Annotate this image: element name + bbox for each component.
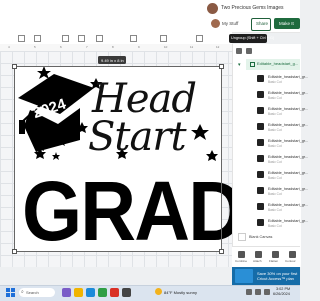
arrange-icon[interactable] xyxy=(78,35,85,42)
my-stuff-link[interactable]: My Stuff xyxy=(222,21,238,26)
battery-icon[interactable] xyxy=(264,289,270,295)
layer-name[interactable]: Editable_headstart_gr... xyxy=(268,203,308,207)
combine-label[interactable]: Combine xyxy=(235,259,247,263)
ruler-tick: 11 xyxy=(190,45,194,49)
layer-operation: Basic Cut xyxy=(268,208,282,212)
make-it-button-label: Make It xyxy=(279,21,294,26)
ruler-tick: 6 xyxy=(60,45,62,49)
operation-swatch-icon[interactable] xyxy=(18,35,25,42)
promo-line-2: Cricut Access™ plan xyxy=(257,276,294,281)
resize-handle-bottom-right[interactable] xyxy=(219,249,224,254)
layer-thumbnail-icon[interactable] xyxy=(257,139,264,146)
position-icon[interactable] xyxy=(196,35,203,42)
cricut-app-icon[interactable] xyxy=(98,288,107,297)
volume-icon[interactable] xyxy=(255,289,261,295)
ruler-tick: 9 xyxy=(138,45,140,49)
ruler-tick: 12 xyxy=(216,45,220,49)
layer-name[interactable]: Editable_headstart_gr... xyxy=(268,187,308,191)
ruler-tick: 4 xyxy=(8,45,10,49)
size-icon[interactable] xyxy=(130,35,137,42)
layer-name[interactable]: Editable_headstart_gr... xyxy=(268,171,308,175)
layer-name[interactable]: Editable_headstart_gr... xyxy=(268,155,308,159)
ruler-tick: 5 xyxy=(34,45,36,49)
flatten-label[interactable]: Flatten xyxy=(269,259,278,263)
layer-name[interactable]: Editable_headstart_gr... xyxy=(268,139,308,143)
weather-text[interactable]: 84°F Mostly sunny xyxy=(164,290,197,295)
ruler-tick: 10 xyxy=(164,45,168,49)
taskbar-app-icon[interactable] xyxy=(122,288,131,297)
clock-date[interactable]: 6/26/2024 xyxy=(273,292,290,296)
layer-thumbnail-icon[interactable] xyxy=(257,171,264,178)
document-title[interactable]: Two Precious Gems Images xyxy=(221,5,284,11)
edge-browser-icon[interactable] xyxy=(86,288,95,297)
ruler-tick: 8 xyxy=(112,45,114,49)
rotate-icon[interactable] xyxy=(160,35,167,42)
layer-name[interactable]: Editable_headstart_gr... xyxy=(268,91,308,95)
flatten-icon[interactable] xyxy=(272,251,279,258)
canvas-footer xyxy=(0,267,232,285)
layer-operation: Basic Cut xyxy=(268,192,282,196)
attach-icon[interactable] xyxy=(255,251,262,258)
layer-thumbnail-icon[interactable] xyxy=(257,203,264,210)
color-swatch-icon[interactable] xyxy=(34,35,41,42)
layer-group-label: Editable_headstart_g... xyxy=(257,61,299,66)
layer-name[interactable]: Editable_headstart_gr... xyxy=(268,219,308,223)
layer-operation: Basic Cut xyxy=(268,160,282,164)
layer-operation: Basic Cut xyxy=(268,176,282,180)
combine-icon[interactable] xyxy=(238,251,245,258)
resize-handle-top-left[interactable] xyxy=(12,64,17,69)
layer-operation: Basic Cut xyxy=(268,80,282,84)
ungroup-tooltip-text: Ungroup (Shift + Ctrl + G) xyxy=(231,36,275,40)
attach-label[interactable]: Attach xyxy=(253,259,262,263)
layer-thumbnail-icon[interactable] xyxy=(257,75,264,82)
align-icon[interactable] xyxy=(62,35,69,42)
layer-thumbnail-icon[interactable] xyxy=(257,107,264,114)
layer-thumbnail-icon[interactable] xyxy=(257,123,264,130)
search-icon: ⌕ xyxy=(21,289,24,295)
sun-icon[interactable] xyxy=(155,288,162,295)
promo-text: Save 30% on your first Cricut Access™ pl… xyxy=(257,271,297,281)
layer-operation: Basic Cut xyxy=(268,128,282,132)
layer-operation: Basic Cut xyxy=(268,112,282,116)
panel-tool-icon[interactable] xyxy=(236,48,242,54)
contour-label[interactable]: Contour xyxy=(285,259,296,263)
expand-chevron-icon[interactable]: ▾ xyxy=(238,62,241,68)
size-tag-text: 9.49 in x 8 in xyxy=(101,57,124,63)
wifi-icon[interactable] xyxy=(246,289,252,295)
clock-time[interactable]: 3:02 PM xyxy=(276,287,290,291)
resize-handle-bottom-left[interactable] xyxy=(12,249,17,254)
blank-canvas-label: Blank Canvas xyxy=(249,235,273,239)
layer-thumbnail-icon[interactable] xyxy=(257,219,264,226)
layer-name[interactable]: Editable_headstart_gr... xyxy=(268,123,308,127)
contour-icon[interactable] xyxy=(289,251,296,258)
taskbar-search-placeholder: Search xyxy=(26,290,39,295)
blank-canvas-swatch[interactable] xyxy=(238,233,246,241)
taskbar-app-icon[interactable] xyxy=(62,288,71,297)
windows-start-icon[interactable] xyxy=(6,288,15,297)
layer-name[interactable]: Editable_headstart_gr... xyxy=(268,107,308,111)
layer-operation: Basic Cut xyxy=(268,96,282,100)
chrome-browser-icon[interactable] xyxy=(110,288,119,297)
group-icon xyxy=(250,62,255,67)
layer-operation: Basic Cut xyxy=(268,224,282,228)
profile-avatar-icon[interactable] xyxy=(211,19,220,28)
promo-image xyxy=(235,269,253,283)
file-explorer-icon[interactable] xyxy=(74,288,83,297)
ruler-tick: 7 xyxy=(86,45,88,49)
layer-thumbnail-icon[interactable] xyxy=(257,155,264,162)
selection-box[interactable] xyxy=(14,66,222,252)
layer-thumbnail-icon[interactable] xyxy=(257,187,264,194)
share-button-label: Share xyxy=(256,21,269,26)
user-avatar-icon[interactable] xyxy=(207,3,218,14)
panel-tool-icon[interactable] xyxy=(246,48,252,54)
resize-handle-top-right[interactable] xyxy=(219,64,224,69)
layer-operation: Basic Cut xyxy=(268,144,282,148)
layer-thumbnail-icon[interactable] xyxy=(257,91,264,98)
layer-name[interactable]: Editable_headstart_gr... xyxy=(268,75,308,79)
flip-icon[interactable] xyxy=(96,35,103,42)
